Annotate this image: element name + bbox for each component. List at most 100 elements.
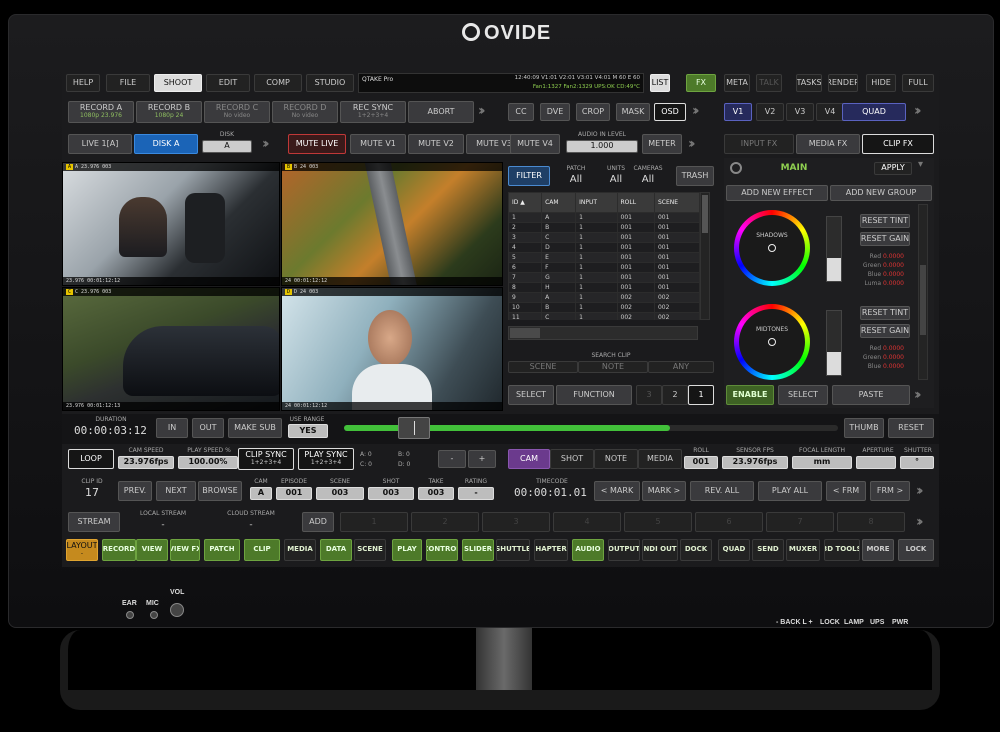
shutter-field[interactable]: ° — [900, 456, 934, 469]
reset-tint-button-2[interactable]: RESET TINT — [860, 306, 910, 320]
microphone-jack-icon[interactable] — [150, 611, 158, 619]
mute-live-button[interactable]: MUTE LIVE — [288, 134, 346, 154]
prev-mark-button[interactable]: < MARK — [594, 481, 640, 501]
reset-button[interactable]: RESET — [888, 418, 934, 438]
video-feed-d[interactable]: DD 24 003 24 00:01:12:12 — [281, 287, 503, 411]
menu-help[interactable]: HELP — [66, 74, 100, 92]
reset-gain-button[interactable]: RESET GAIN — [860, 232, 910, 246]
meter-button[interactable]: METER — [642, 134, 682, 154]
tab-input-fx[interactable]: INPUT FX — [724, 134, 794, 154]
record-c-button[interactable]: RECORD C No video — [204, 101, 270, 123]
hscroll-thumb[interactable] — [510, 328, 540, 338]
shadows-color-wheel[interactable]: SHADOWS — [734, 210, 810, 286]
live-source-button[interactable]: LIVE 1[A] — [68, 134, 132, 154]
thumb-button[interactable]: THUMB — [844, 418, 884, 438]
in-button[interactable]: IN — [156, 418, 188, 438]
chevron-right-icon[interactable]: ›› — [688, 136, 695, 152]
aperture-field[interactable] — [856, 456, 896, 469]
headphone-jack-icon[interactable] — [126, 611, 134, 619]
add-new-group-button[interactable]: ADD NEW GROUP — [830, 185, 932, 201]
mute-v4-button[interactable]: MUTE V4 — [510, 134, 560, 154]
function-button[interactable]: FUNCTION — [556, 385, 632, 405]
toolbar-audio-button[interactable]: AUDIO — [572, 539, 604, 561]
fx-select-button[interactable]: SELECT — [778, 385, 828, 405]
browse-button[interactable]: BROWSE — [198, 481, 242, 501]
toolbar-chapters-button[interactable]: CHAPTERS — [534, 539, 568, 561]
column-cam[interactable]: CAM — [541, 192, 577, 213]
playhead-handle[interactable] — [398, 417, 430, 439]
stream-slot[interactable]: 1 — [340, 512, 408, 532]
list-select-button[interactable]: SELECT — [508, 385, 554, 405]
menu-edit[interactable]: EDIT — [206, 74, 250, 92]
cc-button[interactable]: CC — [508, 103, 534, 121]
column-id[interactable]: ID ▲ — [508, 192, 543, 213]
next-button[interactable]: NEXT — [156, 481, 196, 501]
clip-sync-button[interactable]: CLIP SYNC 1+2+3+4 — [238, 448, 294, 470]
toolbar-play-button[interactable]: PLAY — [392, 539, 422, 561]
toolbar-view-button[interactable]: VIEW — [136, 539, 168, 561]
play-sync-button[interactable]: PLAY SYNC 1+2+3+4 — [298, 448, 354, 470]
crop-button[interactable]: CROP — [576, 103, 610, 121]
video-feed-c[interactable]: CC 23.976 003 23.976 00:01:12:13 — [62, 287, 280, 411]
talk-button[interactable]: TALK — [756, 74, 782, 92]
tab-clip-fx[interactable]: CLIP FX — [862, 134, 934, 154]
mask-button[interactable]: MASK — [616, 103, 650, 121]
apply-button[interactable]: APPLY — [874, 162, 912, 175]
record-b-button[interactable]: RECORD B 1080p 24 — [136, 101, 202, 123]
trash-button[interactable]: TRASH — [676, 166, 714, 186]
shadows-slider[interactable] — [826, 216, 842, 282]
search-any[interactable]: ANY — [648, 361, 714, 373]
view-v3-button[interactable]: V3 — [786, 103, 814, 121]
list-button[interactable]: LIST — [650, 74, 670, 92]
tab-shot[interactable]: SHOT — [550, 449, 594, 469]
fx-button[interactable]: FX — [686, 74, 716, 92]
meta-button[interactable]: META — [724, 74, 750, 92]
reset-gain-button-2[interactable]: RESET GAIN — [860, 324, 910, 338]
table-row[interactable]: 5 E 1 001 001 — [508, 252, 700, 263]
use-range-toggle[interactable]: YES — [288, 424, 328, 438]
slider-knob[interactable] — [827, 351, 841, 375]
fx-scroll-thumb[interactable] — [920, 265, 926, 335]
prev-button[interactable]: PREV. — [118, 481, 152, 501]
tab-note[interactable]: NOTE — [594, 449, 638, 469]
toolbar-muxer-button[interactable]: MUXER — [786, 539, 820, 561]
increment-button[interactable]: + — [468, 450, 496, 468]
disk-a-button[interactable]: DISK A — [134, 134, 198, 154]
toolbar-patch-button[interactable]: PATCH — [204, 539, 240, 561]
out-button[interactable]: OUT — [192, 418, 224, 438]
quad-view-button[interactable]: QUAD — [842, 103, 906, 121]
tab-media[interactable]: MEDIA — [638, 449, 682, 469]
stream-button[interactable]: STREAM — [68, 512, 120, 532]
toolbar-quad-button[interactable]: QUAD — [718, 539, 750, 561]
add-stream-button[interactable]: ADD — [302, 512, 334, 532]
clip-cam-field[interactable]: A — [250, 487, 272, 500]
toolbar-ndi-out-button[interactable]: NDI OUT — [642, 539, 678, 561]
scene-field[interactable]: 003 — [316, 487, 364, 500]
chevron-right-icon[interactable]: ›› — [478, 103, 485, 119]
enable-button[interactable]: ENABLE — [726, 385, 774, 405]
stream-slot[interactable]: 8 — [837, 512, 905, 532]
prev-frame-button[interactable]: < FRM — [826, 481, 866, 501]
chevron-right-icon[interactable]: ›› — [914, 103, 921, 119]
record-a-button[interactable]: RECORD A 1080p 23.976 — [68, 101, 134, 123]
volume-knob-icon[interactable] — [170, 603, 184, 617]
filter-button[interactable]: FILTER — [508, 166, 550, 186]
stream-slot[interactable]: 6 — [695, 512, 763, 532]
sensor-fps-field[interactable]: 23.976fps — [722, 456, 788, 469]
table-row[interactable]: 1 A 1 001 001 — [508, 212, 700, 223]
toolbar-record-button[interactable]: RECORD — [102, 539, 136, 561]
patch-value[interactable]: All — [556, 174, 596, 185]
view-v1-button[interactable]: V1 — [724, 103, 752, 121]
column-roll[interactable]: ROLL — [616, 192, 655, 213]
toolbar-more-button[interactable]: MORE — [862, 539, 894, 561]
chevron-right-icon[interactable]: ›› — [916, 483, 923, 499]
toolbar-dock-button[interactable]: DOCK — [680, 539, 712, 561]
stream-slot[interactable]: 5 — [624, 512, 692, 532]
list-scrollbar[interactable] — [700, 192, 710, 320]
menu-shoot[interactable]: SHOOT — [154, 74, 202, 92]
tab-media-fx[interactable]: MEDIA FX — [796, 134, 860, 154]
stream-slot[interactable]: 2 — [411, 512, 479, 532]
rev-all-button[interactable]: REV. ALL — [690, 481, 754, 501]
page-3-button[interactable]: 3 — [636, 385, 662, 405]
toolbar-slider-button[interactable]: SLIDER — [462, 539, 494, 561]
